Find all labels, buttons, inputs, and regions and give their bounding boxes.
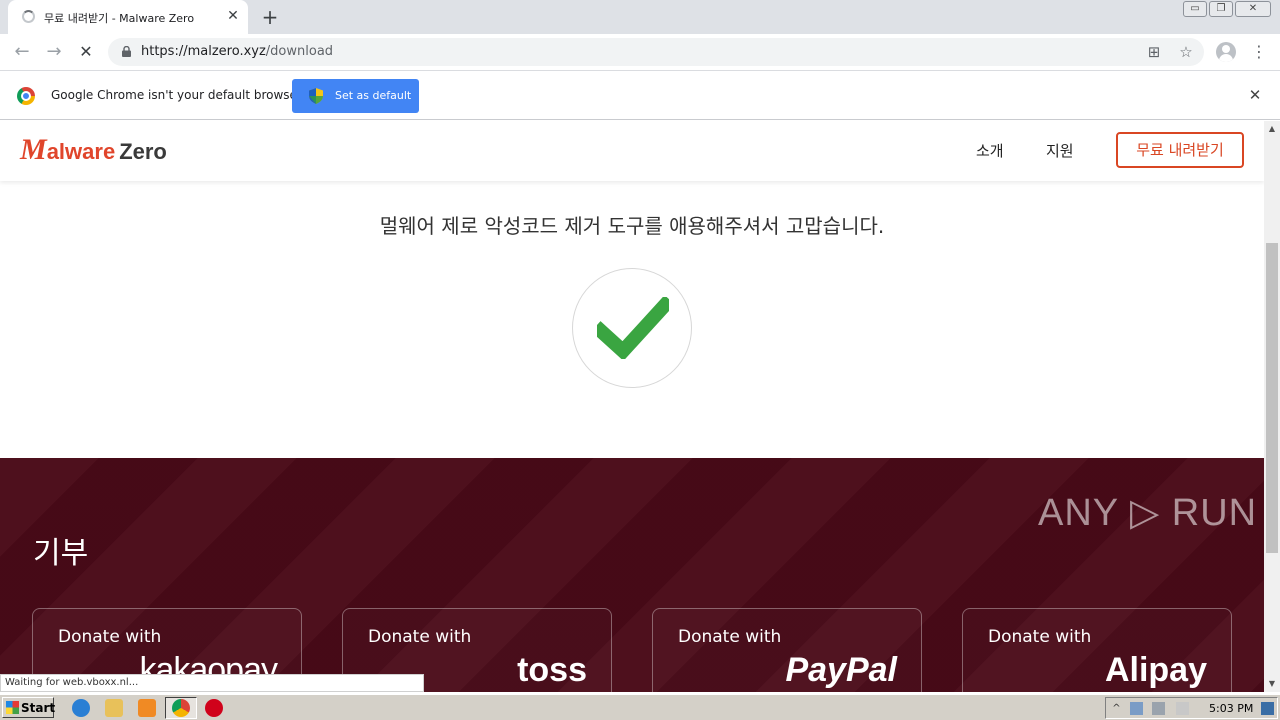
- url-host: https://malzero.xyz: [141, 44, 266, 59]
- address-bar[interactable]: https://malzero.xyz/download ⊞ ☆: [108, 38, 1204, 66]
- tab-title: 무료 내려받기 - Malware Zero: [44, 12, 195, 25]
- file-explorer-icon[interactable]: [105, 699, 123, 717]
- media-player-icon[interactable]: [138, 699, 156, 717]
- scroll-down-arrow-icon[interactable]: ▼: [1264, 676, 1280, 692]
- volume-icon[interactable]: [1152, 702, 1165, 715]
- forward-button[interactable]: →: [42, 40, 66, 64]
- chrome-taskbar-button[interactable]: [165, 697, 197, 719]
- tray-expand-icon[interactable]: ^: [1110, 702, 1123, 715]
- stop-loading-button[interactable]: ✕: [74, 40, 98, 64]
- page-scrollbar[interactable]: ▲ ▼: [1264, 121, 1280, 692]
- donate-card-label: Donate with: [58, 627, 162, 647]
- donate-title: 기부: [33, 536, 89, 571]
- scrollbar-thumb[interactable]: [1266, 243, 1278, 553]
- donate-paypal-card[interactable]: Donate with PayPal: [652, 608, 922, 692]
- donate-alipay-card[interactable]: Donate with Alipay: [962, 608, 1232, 692]
- default-browser-infobar: Google Chrome isn't your default browser…: [0, 70, 1280, 120]
- tab-close-button[interactable]: ✕: [224, 7, 242, 25]
- uac-shield-icon: [309, 88, 323, 104]
- toss-logo: toss: [517, 651, 587, 689]
- action-center-flag-icon[interactable]: [1176, 702, 1189, 715]
- status-bubble: Waiting for web.vboxx.nl...: [0, 674, 424, 692]
- scroll-up-arrow-icon[interactable]: ▲: [1264, 121, 1280, 137]
- internet-explorer-icon[interactable]: [72, 699, 90, 717]
- nav-support[interactable]: 지원: [1046, 140, 1074, 161]
- system-tray: ^ 5:03 PM: [1105, 697, 1278, 719]
- thank-you-message: 멀웨어 제로 악성코드 제거 도구를 애용해주셔서 고맙습니다.: [379, 214, 885, 238]
- set-as-default-button[interactable]: Set as default: [292, 79, 419, 113]
- start-label: Start: [21, 701, 56, 715]
- new-tab-button[interactable]: +: [258, 5, 282, 29]
- set-as-default-label: Set as default: [335, 89, 412, 102]
- donate-card-label: Donate with: [368, 627, 472, 647]
- start-button[interactable]: Start: [2, 697, 56, 718]
- paypal-logo: PayPal: [785, 651, 897, 689]
- close-window-button[interactable]: ✕: [1235, 1, 1271, 17]
- bookmark-star-icon[interactable]: ☆: [1176, 42, 1196, 62]
- page-viewport: Malware Zero 소개 지원 무료 내려받기 멀웨어 제로 악성코드 제거…: [0, 121, 1264, 692]
- tab-active[interactable]: 무료 내려받기 - Malware Zero ✕: [8, 0, 248, 34]
- anyrun-watermark: ANY ▷ RUN: [1038, 492, 1258, 534]
- tab-strip: 무료 내려받기 - Malware Zero ✕ + ▭ ❐ ✕: [0, 0, 1280, 34]
- donate-card-label: Donate with: [678, 627, 782, 647]
- chrome-logo-icon: [17, 87, 35, 105]
- checkmark-icon: [597, 297, 669, 359]
- windows-taskbar: Start ^ 5:03 PM: [0, 694, 1280, 720]
- alipay-logo: Alipay: [1104, 651, 1207, 689]
- site-header: Malware Zero 소개 지원 무료 내려받기: [0, 121, 1264, 181]
- loading-spinner-icon: [22, 10, 35, 23]
- logo-m: M: [20, 133, 47, 166]
- restore-button[interactable]: ❐: [1209, 1, 1233, 17]
- browser-toolbar: ← → ✕ https://malzero.xyz/download ⊞ ☆ ⋮: [0, 34, 1280, 70]
- lock-icon: [122, 46, 131, 57]
- nav-about[interactable]: 소개: [976, 140, 1004, 161]
- url-path: /download: [265, 44, 334, 59]
- back-button[interactable]: ←: [10, 40, 34, 64]
- success-badge: [572, 268, 692, 388]
- malware-zero-logo[interactable]: Malware Zero: [20, 135, 167, 165]
- translate-icon[interactable]: ⊞: [1144, 42, 1164, 62]
- profile-avatar-icon[interactable]: [1216, 42, 1236, 62]
- logo-zero: Zero: [119, 139, 167, 164]
- system-clock[interactable]: 5:03 PM: [1209, 702, 1253, 715]
- network-icon[interactable]: [1130, 702, 1143, 715]
- free-download-button[interactable]: 무료 내려받기: [1116, 132, 1244, 168]
- windows-flag-icon: [6, 701, 19, 714]
- url-text[interactable]: https://malzero.xyz/download: [141, 44, 333, 59]
- minimize-button[interactable]: ▭: [1183, 1, 1207, 17]
- infobar-close-button[interactable]: ✕: [1246, 86, 1264, 104]
- chrome-menu-icon[interactable]: ⋮: [1250, 41, 1268, 63]
- logo-malware: alware: [46, 139, 116, 164]
- chrome-taskbar-icon: [172, 699, 190, 717]
- donate-card-label: Donate with: [988, 627, 1092, 647]
- opera-icon[interactable]: [205, 699, 223, 717]
- infobar-message: Google Chrome isn't your default browser: [51, 88, 302, 102]
- show-desktop-icon[interactable]: [1261, 702, 1274, 715]
